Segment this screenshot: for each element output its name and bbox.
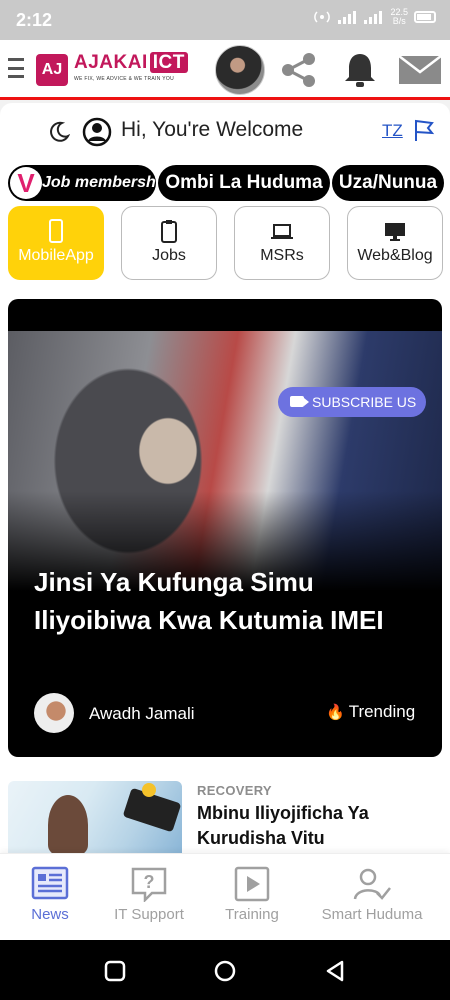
menu-icon[interactable]: [8, 58, 24, 78]
video-camera-icon: [290, 396, 309, 407]
list-item[interactable]: RECOVERY Mbinu Iliyojificha Ya Kurudisha…: [0, 779, 450, 853]
laptop-icon: [271, 224, 293, 239]
author-name[interactable]: Awadh Jamali: [89, 704, 195, 724]
nav-news[interactable]: News: [29, 866, 71, 923]
share-icon[interactable]: [279, 50, 319, 90]
news-icon: [31, 866, 69, 900]
featured-title[interactable]: Jinsi Ya Kufunga Simu Iliyoibiwa Kwa Kut…: [34, 563, 424, 639]
status-time: 2:12: [16, 10, 53, 30]
help-icon: ?: [131, 867, 167, 902]
status-bar: 2:12 22.5 B/s: [0, 0, 450, 40]
tile-msrs[interactable]: MSRs: [234, 206, 330, 280]
smartphone-icon: [49, 219, 63, 243]
nav-smart-huduma[interactable]: Smart Huduma: [318, 866, 426, 923]
nav-label: News: [31, 906, 69, 923]
nav-label: Smart Huduma: [321, 906, 423, 923]
logo-tagline: WE FIX, WE ADVICE & WE TRAIN YOU: [74, 76, 174, 82]
logo[interactable]: AJ AJAKAI ICT WE FIX, WE ADVICE & WE TRAI…: [36, 52, 201, 88]
nav-it-support[interactable]: ? IT Support: [110, 866, 188, 923]
trending-badge: 🔥 Trending: [326, 702, 416, 721]
tile-jobs[interactable]: Jobs: [121, 206, 217, 280]
battery-icon: [414, 11, 436, 23]
mail-icon[interactable]: [398, 50, 442, 90]
app-bar: AJ AJAKAI ICT WE FIX, WE ADVICE & WE TRAI…: [0, 40, 450, 100]
signal-icon: [338, 11, 357, 24]
article-category: RECOVERY: [197, 783, 272, 798]
nav-label: IT Support: [114, 906, 184, 923]
bottom-nav: News ? IT Support Training Smart Huduma: [0, 853, 450, 940]
system-nav-bar: [0, 940, 450, 1000]
main-content: Hi, You're Welcome TZ V Job membership O…: [0, 103, 450, 853]
subscribe-label: SUBSCRIBE US: [312, 394, 417, 410]
flag-icon[interactable]: [412, 119, 436, 143]
fire-icon: 🔥: [326, 704, 345, 721]
article-title[interactable]: Mbinu Iliyojificha Ya Kurudisha Vitu: [197, 801, 437, 851]
tile-webblog[interactable]: Web&Blog: [347, 206, 443, 280]
ombi-la-huduma-button[interactable]: Ombi La Huduma: [158, 165, 330, 201]
tile-mobileapp[interactable]: MobileApp: [8, 206, 104, 280]
job-membership-label: Job membership: [42, 174, 171, 191]
play-icon: [234, 866, 270, 902]
logo-name: AJAKAI ICT: [74, 52, 188, 74]
clipboard-icon: [161, 220, 177, 243]
subscribe-button[interactable]: SUBSCRIBE US: [278, 387, 426, 417]
welcome-row: Hi, You're Welcome TZ: [0, 113, 450, 153]
tile-label: Web&Blog: [357, 247, 433, 264]
uza-nunua-button[interactable]: Uza/Nunua: [332, 165, 444, 201]
tile-label: Jobs: [152, 247, 186, 264]
signal-icon-2: [364, 11, 383, 24]
article-thumbnail: [8, 781, 182, 853]
monitor-icon: [385, 223, 405, 241]
welcome-text: Hi, You're Welcome: [121, 118, 304, 141]
nav-training[interactable]: Training: [222, 866, 282, 923]
bell-icon[interactable]: [340, 50, 380, 90]
moon-icon[interactable]: [48, 121, 70, 143]
back-icon[interactable]: [324, 960, 346, 982]
tile-label: MobileApp: [18, 247, 94, 264]
country-link[interactable]: TZ: [382, 121, 403, 141]
user-check-icon: [353, 868, 391, 900]
recents-icon[interactable]: [104, 960, 126, 982]
author-avatar: [34, 693, 74, 733]
featured-image: [8, 331, 442, 591]
hotspot-icon: [314, 11, 331, 23]
network-speed: 22.5 B/s: [390, 7, 408, 26]
profile-avatar[interactable]: [215, 45, 265, 95]
job-membership-button[interactable]: V Job membership: [8, 165, 170, 201]
nav-label: Training: [225, 906, 279, 923]
svg-text:?: ?: [144, 872, 155, 892]
job-logo-icon: V: [10, 167, 42, 199]
tile-label: MSRs: [260, 247, 304, 264]
logo-mark: AJ: [36, 54, 68, 86]
status-icons: 22.5 B/s: [312, 8, 436, 26]
featured-article-card[interactable]: Jinsi Ya Kufunga Simu Iliyoibiwa Kwa Kut…: [8, 299, 442, 757]
home-icon[interactable]: [214, 960, 236, 982]
user-icon[interactable]: [82, 117, 112, 147]
